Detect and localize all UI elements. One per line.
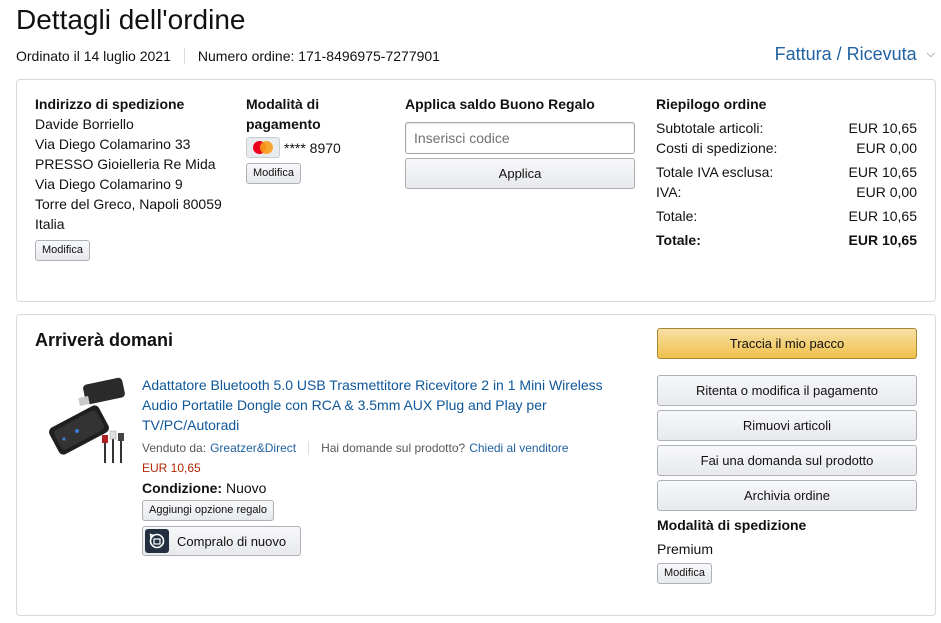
add-gift-option-button[interactable]: Aggiungi opzione regalo [142, 500, 275, 521]
product-title-link[interactable]: Adattatore Bluetooth 5.0 USB Trasmettito… [142, 375, 632, 435]
address-line: Torre del Greco, Napoli 80059 [35, 196, 222, 212]
summary-value: EUR 0,00 [856, 140, 917, 156]
seller-link[interactable]: Greatzer&Direct [210, 439, 296, 457]
order-info-box: Indirizzo di spedizione Davide Borriello… [16, 79, 936, 302]
shipping-mode-value: Premium [657, 541, 714, 557]
divider [183, 48, 185, 64]
edit-payment-button[interactable]: Modifica [246, 163, 301, 184]
product-price: EUR 10,65 [142, 461, 201, 475]
order-actions: Traccia il mio pacco Ritenta o modifica … [657, 328, 918, 584]
remove-items-button[interactable]: Rimuovi articoli [657, 410, 917, 441]
summary-total-label: Totale: [656, 232, 701, 248]
summary-total-value: EUR 10,65 [848, 232, 917, 248]
edit-shipping-mode-button[interactable]: Modifica [657, 563, 712, 584]
summary-value: EUR 0,00 [856, 184, 917, 200]
divider [308, 441, 310, 455]
order-number: Numero ordine: 171-8496975-7277901 [197, 48, 440, 64]
summary-value: EUR 10,65 [848, 208, 917, 224]
order-date: Ordinato il 14 luglio 2021 [16, 48, 171, 64]
shipping-address-section: Indirizzo di spedizione Davide Borriello… [35, 94, 235, 261]
payment-card: **** 8970 [246, 137, 386, 158]
gift-card-section: Applica saldo Buono Regalo Applica [405, 94, 637, 189]
buy-again-button[interactable]: Compralo di nuovo [142, 526, 301, 556]
product-condition: Condizione: Nuovo [142, 478, 632, 498]
archive-order-button[interactable]: Archivia ordine [657, 480, 917, 511]
summary-row: Totale IVA esclusa: EUR 10,65 [656, 162, 917, 182]
summary-value: EUR 10,65 [848, 120, 917, 136]
shipping-address-heading: Indirizzo di spedizione [35, 96, 185, 112]
address-line: Via Diego Colamarino 33 [35, 136, 191, 152]
gift-card-heading: Applica saldo Buono Regalo [405, 96, 595, 112]
order-meta: Ordinato il 14 luglio 2021 Numero ordine… [16, 48, 440, 64]
summary-heading: Riepilogo ordine [656, 96, 767, 112]
gift-code-input[interactable] [405, 122, 635, 154]
summary-label: Subtotale articoli: [656, 120, 764, 136]
seller-row: Venduto da: Greatzer&Direct Hai domande … [142, 439, 632, 457]
card-number: **** 8970 [284, 139, 341, 156]
condition-value: Nuovo [226, 480, 267, 496]
address-line: Davide Borriello [35, 116, 134, 132]
delivery-status: Arriverà domani [35, 330, 174, 350]
payment-heading: Modalità di pagamento [246, 96, 321, 132]
summary-label: Totale: [656, 208, 698, 224]
address-line: PRESSO Gioielleria Re Mida [35, 156, 216, 172]
payment-section: Modalità di pagamento **** 8970 Modifica [246, 94, 386, 184]
bluetooth-adapter-icon [48, 377, 125, 463]
summary-row: Subtotale articoli: EUR 10,65 [656, 118, 917, 138]
address-line: Italia [35, 216, 65, 232]
retry-payment-button[interactable]: Ritenta o modifica il pagamento [657, 375, 917, 406]
summary-total-row: Totale: EUR 10,65 [656, 230, 917, 250]
shipment-box: Arriverà domani Adattatore Bluetooth 5.0… [16, 314, 936, 616]
page-title: Dettagli dell'ordine [16, 4, 246, 35]
product-image[interactable] [39, 375, 135, 471]
shipping-mode-heading: Modalità di spedizione [657, 517, 807, 533]
address-line: Via Diego Colamarino 9 [35, 176, 183, 192]
buy-again-label[interactable]: Compralo di nuovo [177, 534, 286, 549]
order-summary: Riepilogo ordine Subtotale articoli: EUR… [656, 94, 917, 250]
invoice-link[interactable]: Fattura / Ricevuta ⌵ [775, 44, 935, 65]
condition-label: Condizione: [142, 480, 223, 496]
track-package-button[interactable]: Traccia il mio pacco [657, 328, 917, 359]
ask-seller-link[interactable]: Chiedi al venditore [469, 439, 568, 457]
apply-gift-button[interactable]: Applica [405, 158, 635, 189]
summary-label: Totale IVA esclusa: [656, 164, 774, 180]
question-label: Hai domande sul prodotto? [321, 441, 466, 455]
ask-product-question-button[interactable]: Fai una domanda sul prodotto [657, 445, 917, 476]
shipping-mode-section: Modalità di spedizione Premium Modifica [657, 515, 918, 584]
summary-value: EUR 10,65 [848, 164, 917, 180]
summary-label: IVA: [656, 184, 682, 200]
invoice-link-label[interactable]: Fattura / Ricevuta [775, 44, 917, 65]
product-info: Adattatore Bluetooth 5.0 USB Trasmettito… [142, 375, 632, 556]
summary-row: Totale: EUR 10,65 [656, 206, 917, 226]
summary-label: Costi di spedizione: [656, 140, 778, 156]
edit-address-button[interactable]: Modifica [35, 240, 90, 261]
sold-by-label: Venduto da: [142, 441, 207, 455]
buy-again-icon [145, 529, 169, 553]
chevron-down-icon[interactable]: ⌵ [927, 48, 935, 61]
summary-row: Costi di spedizione: EUR 0,00 [656, 138, 917, 158]
summary-row: IVA: EUR 0,00 [656, 182, 917, 202]
mastercard-icon [246, 137, 280, 158]
